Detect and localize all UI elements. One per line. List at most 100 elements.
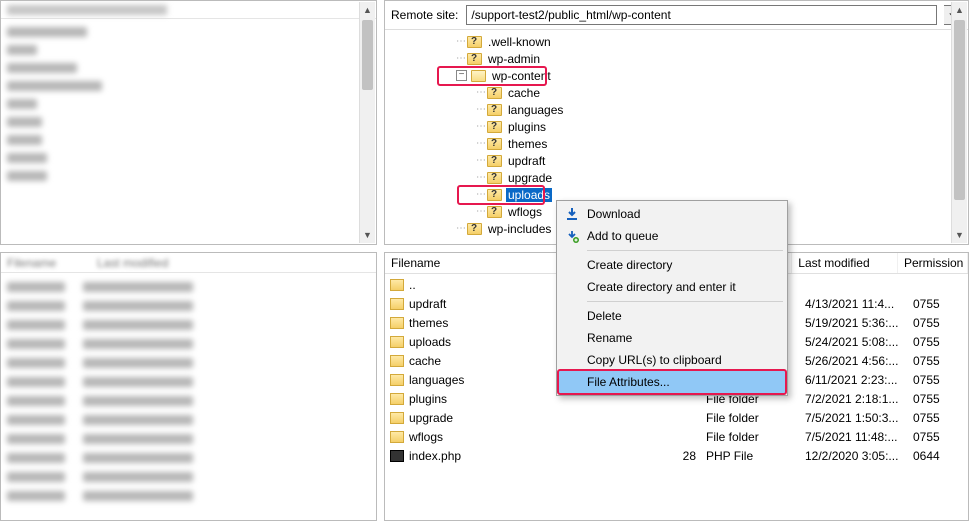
tree-connector: ⋯ — [476, 155, 485, 166]
tree-connector: ⋯ — [456, 223, 465, 234]
local-files-pane: Filename Last modified — [0, 252, 377, 521]
tree-label: cache — [506, 86, 542, 100]
folder-icon — [390, 374, 404, 386]
tree-item-wp-content[interactable]: −wp-content — [386, 67, 951, 84]
folder-icon — [390, 412, 404, 424]
menu-download[interactable]: Download — [559, 203, 785, 225]
file-modified: 5/24/2021 5:08:... — [805, 335, 913, 349]
menu-file-attributes[interactable]: File Attributes... — [559, 371, 785, 393]
folder-icon: ? — [467, 53, 482, 65]
file-row[interactable]: upgradeFile folder7/5/2021 1:50:3...0755 — [386, 408, 967, 427]
remote-path-input[interactable] — [466, 5, 937, 25]
scroll-up-icon[interactable]: ▲ — [360, 2, 375, 18]
tree-label: updraft — [506, 154, 547, 168]
scroll-thumb[interactable] — [362, 20, 373, 90]
menu-label: Copy URL(s) to clipboard — [587, 353, 722, 367]
folder-icon: ? — [487, 121, 502, 133]
tree-label: wp-includes — [486, 222, 553, 236]
col-modified[interactable]: Last modified — [91, 253, 211, 272]
file-permission: 0644 — [913, 449, 967, 463]
file-modified: 7/5/2021 11:48:... — [805, 430, 913, 444]
scroll-down-icon[interactable]: ▼ — [360, 227, 375, 243]
tree-item-wp-admin[interactable]: ⋯?wp-admin — [386, 50, 951, 67]
file-name: languages — [409, 373, 464, 387]
folder-icon: ? — [487, 87, 502, 99]
folder-icon — [390, 431, 404, 443]
folder-icon — [390, 336, 404, 348]
file-permission: 0755 — [913, 335, 967, 349]
menu-create-dir[interactable]: Create directory — [559, 254, 785, 276]
menu-label: Rename — [587, 331, 632, 345]
folder-icon — [471, 70, 486, 82]
tree-item-upgrade[interactable]: ⋯?upgrade — [386, 169, 951, 186]
file-name: themes — [409, 316, 448, 330]
remote-site-label: Remote site: — [391, 8, 458, 22]
folder-icon — [390, 355, 404, 367]
scrollbar[interactable]: ▲ ▼ — [951, 2, 967, 243]
tree-label: uploads — [506, 188, 552, 202]
expander-icon[interactable]: − — [456, 70, 467, 81]
file-type: PHP File — [706, 449, 805, 463]
menu-separator — [587, 301, 783, 302]
local-path-bar — [1, 1, 376, 19]
scroll-down-icon[interactable]: ▼ — [952, 227, 967, 243]
tree-label: upgrade — [506, 171, 554, 185]
parent-folder-icon — [390, 279, 404, 291]
tree-connector: ⋯ — [456, 36, 465, 47]
col-modified[interactable]: Last modified — [792, 253, 898, 273]
tree-connector: ⋯ — [476, 189, 485, 200]
tree-item-well-known[interactable]: ⋯? .well-known — [386, 33, 951, 50]
menu-label: Create directory and enter it — [587, 280, 736, 294]
tree-item-themes[interactable]: ⋯?themes — [386, 135, 951, 152]
menu-delete[interactable]: Delete — [559, 305, 785, 327]
tree-label: wflogs — [506, 205, 544, 219]
tree-item-plugins[interactable]: ⋯?plugins — [386, 118, 951, 135]
file-size: 28 — [642, 449, 706, 463]
folder-icon: ? — [487, 172, 502, 184]
local-file-columns: Filename Last modified — [1, 253, 376, 273]
file-name: index.php — [409, 449, 461, 463]
file-modified: 7/5/2021 1:50:3... — [805, 411, 913, 425]
local-file-list — [1, 273, 376, 505]
tree-connector: ⋯ — [456, 53, 465, 64]
col-filename[interactable]: Filename — [1, 253, 91, 272]
file-modified: 12/2/2020 3:05:... — [805, 449, 913, 463]
menu-rename[interactable]: Rename — [559, 327, 785, 349]
file-permission: 0755 — [913, 297, 967, 311]
tree-connector: ⋯ — [476, 121, 485, 132]
menu-copy-url[interactable]: Copy URL(s) to clipboard — [559, 349, 785, 371]
folder-icon — [390, 298, 404, 310]
file-row[interactable]: index.php 28PHP File12/2/2020 3:05:...064… — [386, 446, 967, 465]
menu-create-dir-enter[interactable]: Create directory and enter it — [559, 276, 785, 298]
file-permission: 0755 — [913, 430, 967, 444]
add-queue-icon — [564, 228, 580, 244]
local-tree-pane: ▲ ▼ — [0, 0, 377, 245]
tree-connector: ⋯ — [476, 138, 485, 149]
file-name: updraft — [409, 297, 446, 311]
local-tree — [1, 19, 376, 185]
context-menu[interactable]: Download Add to queue Create directory C… — [556, 200, 788, 396]
tree-item-cache[interactable]: ⋯? cache — [386, 84, 951, 101]
tree-connector: ⋯ — [476, 87, 485, 98]
scroll-thumb[interactable] — [954, 20, 965, 200]
menu-label: Add to queue — [587, 229, 658, 243]
col-permission[interactable]: Permission — [898, 253, 968, 273]
folder-icon: ? — [487, 155, 502, 167]
file-permission: 0755 — [913, 392, 967, 406]
file-row[interactable]: wflogsFile folder7/5/2021 11:48:...0755 — [386, 427, 967, 446]
menu-add-queue[interactable]: Add to queue — [559, 225, 785, 247]
tree-item-languages[interactable]: ⋯?languages — [386, 101, 951, 118]
scroll-up-icon[interactable]: ▲ — [952, 2, 967, 18]
folder-icon — [390, 393, 404, 405]
scrollbar[interactable]: ▲ ▼ — [359, 2, 375, 243]
folder-icon: ? — [467, 36, 482, 48]
menu-label: Delete — [587, 309, 622, 323]
tree-item-updraft[interactable]: ⋯? updraft — [386, 152, 951, 169]
remote-path-bar: Remote site: — [385, 1, 968, 30]
menu-separator — [587, 250, 783, 251]
download-icon — [564, 206, 580, 222]
php-file-icon — [390, 450, 404, 462]
tree-label: .well-known — [486, 35, 553, 49]
tree-connector: ⋯ — [476, 206, 485, 217]
file-name: cache — [409, 354, 441, 368]
